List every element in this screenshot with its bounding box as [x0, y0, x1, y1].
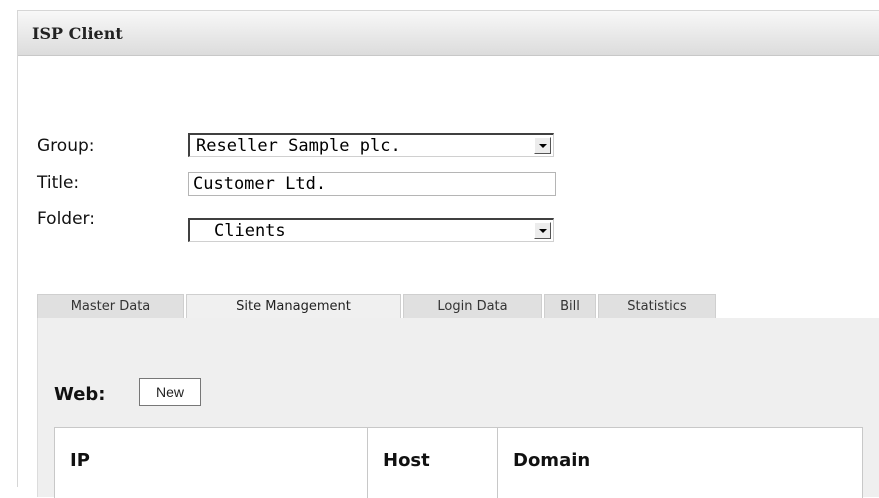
isp-client-window: ISP Client Group: Reseller Sample plc. T… [17, 10, 879, 498]
chevron-down-icon[interactable] [534, 137, 551, 154]
group-select-value: Reseller Sample plc. [196, 136, 401, 156]
web-label: Web: [54, 384, 106, 405]
new-web-button[interactable]: New [139, 378, 201, 406]
column-header-host[interactable]: Host [367, 428, 497, 498]
title-input-value: Customer Ltd. [193, 174, 327, 194]
tab-login-data[interactable]: Login Data [403, 294, 542, 318]
tab-statistics[interactable]: Statistics [598, 294, 716, 318]
group-select[interactable]: Reseller Sample plc. [188, 133, 554, 157]
folder-select-value: Clients [214, 221, 286, 241]
chevron-down-icon[interactable] [534, 222, 551, 239]
site-management-panel: Web: New IP Host Domain [37, 318, 879, 498]
title-label: Title: [37, 173, 80, 193]
tab-site-management[interactable]: Site Management [186, 294, 401, 320]
folder-select[interactable]: Clients [188, 218, 554, 242]
window-title: ISP Client [32, 24, 123, 43]
group-label: Group: [37, 136, 95, 156]
column-header-ip[interactable]: IP [55, 428, 367, 498]
title-input[interactable]: Customer Ltd. [188, 172, 556, 196]
web-table: IP Host Domain [54, 427, 863, 498]
folder-label: Folder: [37, 209, 95, 229]
column-header-domain[interactable]: Domain [497, 428, 862, 498]
window-titlebar: ISP Client [18, 11, 879, 56]
tab-bill[interactable]: Bill [544, 294, 596, 318]
tab-master-data[interactable]: Master Data [37, 294, 184, 318]
